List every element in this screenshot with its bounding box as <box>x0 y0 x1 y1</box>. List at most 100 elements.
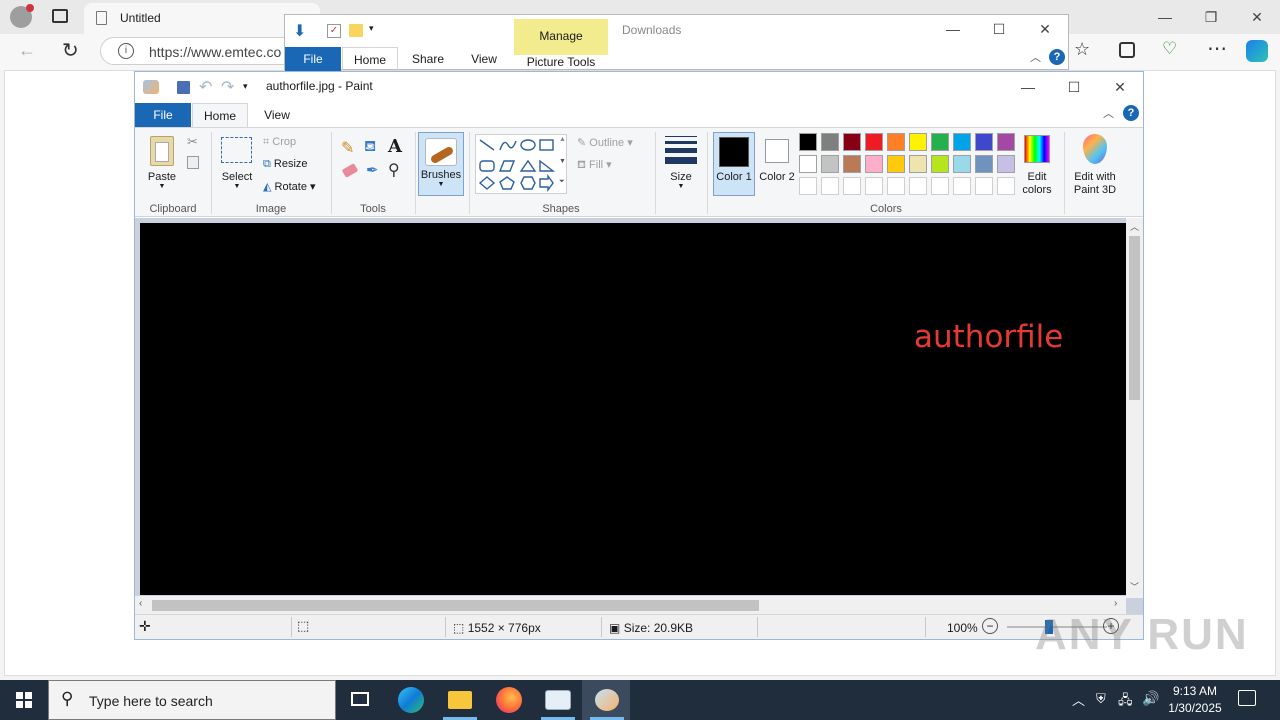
edge-taskbar-icon[interactable] <box>386 680 434 720</box>
palette-color-swatch[interactable] <box>975 133 993 151</box>
explorer-home-tab[interactable]: Home <box>342 47 398 71</box>
color-picker-icon[interactable]: ✒ <box>366 161 379 179</box>
palette-color-swatch[interactable] <box>953 133 971 151</box>
select-button[interactable]: Select <box>217 171 257 183</box>
paint-view-tab[interactable]: View <box>253 103 301 127</box>
paste-button[interactable]: Paste <box>145 171 179 183</box>
scroll-left-icon[interactable]: ‹ <box>139 598 142 609</box>
collections-icon[interactable] <box>1119 42 1135 58</box>
restore-button[interactable]: ❐ <box>1188 2 1234 32</box>
notifications-icon[interactable] <box>1238 690 1256 706</box>
horizontal-scrollbar[interactable]: ‹ › <box>135 596 1126 614</box>
copilot-icon[interactable] <box>1246 40 1268 62</box>
palette-custom-swatch[interactable] <box>997 177 1015 195</box>
text-tool-icon[interactable]: A <box>388 136 402 157</box>
cut-icon[interactable]: ✂ <box>187 134 198 150</box>
palette-color-swatch[interactable] <box>909 155 927 173</box>
palette-color-swatch[interactable] <box>931 133 949 151</box>
outline-button[interactable]: ✎ Outline ▾ <box>577 136 633 149</box>
edit-colors-button[interactable]: Edit colors <box>1017 171 1057 197</box>
explorer-view-tab[interactable]: View <box>459 47 509 71</box>
palette-custom-swatch[interactable] <box>975 177 993 195</box>
drawing-canvas[interactable]: authorfile <box>140 223 1126 595</box>
info-icon[interactable]: i <box>118 43 134 59</box>
explorer-close-button[interactable]: ✕ <box>1022 15 1068 43</box>
color2-button[interactable]: Color 2 <box>759 171 795 184</box>
scroll-down-icon[interactable]: ﹀ <box>1130 580 1139 593</box>
refresh-icon[interactable]: ↻ <box>62 38 79 63</box>
palette-custom-swatch[interactable] <box>843 177 861 195</box>
task-view-icon[interactable] <box>336 680 384 720</box>
favorites-icon[interactable]: ☆ <box>1074 39 1090 60</box>
palette-color-swatch[interactable] <box>909 133 927 151</box>
redo-icon[interactable]: ↷ <box>221 77 234 97</box>
palette-color-swatch[interactable] <box>887 133 905 151</box>
palette-color-swatch[interactable] <box>997 155 1015 173</box>
tab-actions-icon[interactable] <box>52 9 68 23</box>
picture-tools-tab[interactable]: Picture Tools <box>514 55 608 69</box>
palette-color-swatch[interactable] <box>843 133 861 151</box>
select-icon[interactable] <box>221 137 252 163</box>
vertical-scrollbar[interactable]: ︿ ﹀ <box>1126 218 1143 598</box>
taskbar-search-box[interactable]: ⚲ Type here to search <box>48 680 336 720</box>
palette-color-swatch[interactable] <box>975 155 993 173</box>
fill-bucket-icon[interactable]: ⛾ <box>364 138 376 157</box>
paint-taskbar-icon[interactable] <box>582 680 630 720</box>
rotate-button[interactable]: ◭ Rotate ▾ <box>263 180 316 193</box>
paste-icon[interactable] <box>150 136 174 166</box>
palette-color-swatch[interactable] <box>843 155 861 173</box>
palette-color-swatch[interactable] <box>799 155 817 173</box>
paint3d-icon[interactable] <box>1083 134 1107 164</box>
new-folder-icon[interactable] <box>349 24 363 37</box>
palette-custom-swatch[interactable] <box>821 177 839 195</box>
palette-color-swatch[interactable] <box>953 155 971 173</box>
explorer-collapse-ribbon-icon[interactable]: ︿ <box>1030 49 1041 65</box>
zoom-out-button[interactable]: − <box>982 618 998 634</box>
explorer-help-icon[interactable]: ? <box>1049 49 1065 65</box>
manage-tab[interactable]: Manage Picture Tools <box>514 19 608 69</box>
shapes-gallery[interactable] <box>475 134 567 194</box>
scroll-right-icon[interactable]: › <box>1114 598 1117 609</box>
brushes-button[interactable]: Brushes ▼ <box>418 132 464 196</box>
color1-button[interactable]: Color 1 <box>713 132 755 196</box>
settings-more-icon[interactable]: ⋯ <box>1207 36 1227 61</box>
show-hidden-icons-icon[interactable]: ︿ <box>1072 690 1085 709</box>
explorer-file-tab[interactable]: File <box>285 47 341 71</box>
size-icon[interactable] <box>665 136 697 164</box>
select-dropdown-icon[interactable]: ▼ <box>232 183 242 190</box>
clock[interactable]: 9:13 AM 1/30/2025 <box>1160 683 1230 717</box>
undo-icon[interactable]: ↶ <box>199 77 212 97</box>
paint-collapse-ribbon-icon[interactable]: ︿ <box>1103 105 1114 121</box>
scroll-up-icon[interactable]: ︿ <box>1130 220 1139 233</box>
shapes-more-icon[interactable]: ⏷ <box>559 178 565 186</box>
explorer-minimize-button[interactable]: — <box>930 15 976 43</box>
shapes-scroll-up-icon[interactable]: ▲ <box>559 136 566 143</box>
back-icon[interactable]: ← <box>18 40 36 61</box>
minimize-button[interactable]: — <box>1142 2 1188 32</box>
network-tray-icon[interactable]: 🖧 <box>1118 691 1133 713</box>
palette-custom-swatch[interactable] <box>887 177 905 195</box>
close-button[interactable]: ✕ <box>1234 2 1280 32</box>
explorer-down-arrow-icon[interactable]: ⬇ <box>293 21 306 41</box>
crop-button[interactable]: ⌗ Crop <box>263 136 296 149</box>
palette-custom-swatch[interactable] <box>865 177 883 195</box>
palette-color-swatch[interactable] <box>997 133 1015 151</box>
paint-minimize-button[interactable]: — <box>1005 72 1051 102</box>
profile-icon[interactable] <box>10 4 34 28</box>
save-icon[interactable] <box>177 81 190 94</box>
paint-file-tab[interactable]: File <box>135 103 191 127</box>
address-bar[interactable]: i https://www.emtec.co <box>100 37 300 65</box>
photo-app-taskbar-icon[interactable] <box>533 680 581 720</box>
security-tray-icon[interactable]: ⛨ <box>1096 691 1106 707</box>
palette-custom-swatch[interactable] <box>953 177 971 195</box>
paint-home-tab[interactable]: Home <box>192 103 248 127</box>
size-button[interactable]: Size <box>661 171 701 183</box>
explorer-share-tab[interactable]: Share <box>403 47 453 71</box>
palette-color-swatch[interactable] <box>931 155 949 173</box>
firefox-taskbar-icon[interactable] <box>484 680 532 720</box>
paint-help-icon[interactable]: ? <box>1123 105 1139 121</box>
palette-custom-swatch[interactable] <box>909 177 927 195</box>
magnifier-icon[interactable]: ⚲ <box>388 160 400 180</box>
explorer-maximize-button[interactable]: ☐ <box>976 15 1022 43</box>
volume-tray-icon[interactable]: 🔊 <box>1142 690 1159 707</box>
